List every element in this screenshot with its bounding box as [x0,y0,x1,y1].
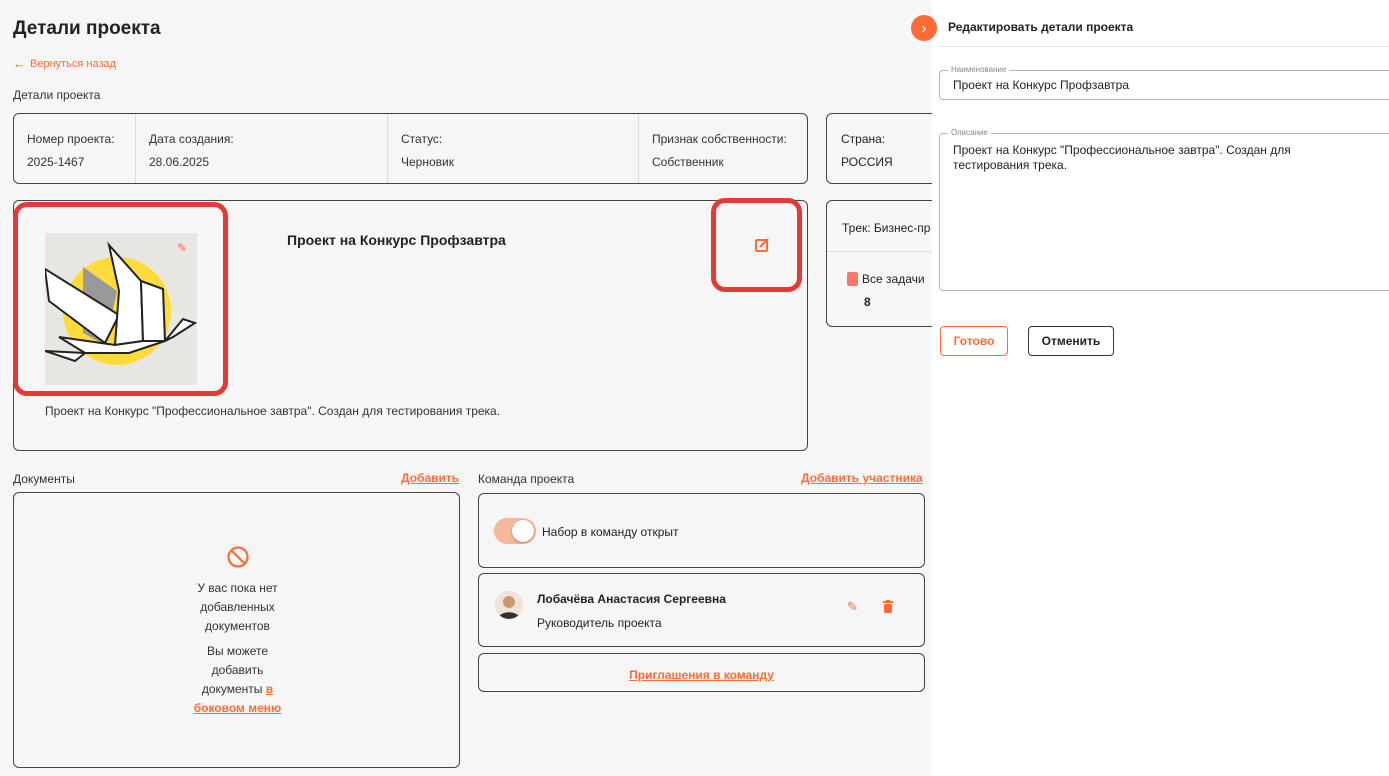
project-description: Проект на Конкурс "Профессиональное завт… [45,404,501,418]
panel-divider [940,46,1389,47]
country-card: Страна: РОССИЯ [826,113,946,184]
description-field-legend: Описание [948,128,991,137]
name-field-legend: Наименование [948,65,1010,74]
track-title: Трек: Бизнес-пр [842,221,931,235]
pencil-icon[interactable]: ✎ [847,599,858,615]
hint-text: Вы можете добавить документы в боковом м… [183,642,293,718]
info-value: Черновик [401,155,454,169]
recruiting-label: Набор в команду открыт [542,525,679,539]
info-label: Дата создания: [149,132,234,146]
info-cell-status: Статус: Черновик [388,114,639,183]
track-divider [827,251,947,252]
info-cell-date: Дата создания: 28.06.2025 [136,114,388,183]
avatar [495,591,523,619]
edit-side-panel: Редактировать детали проекта Наименовани… [932,0,1389,776]
info-label: Статус: [401,132,443,146]
description-field[interactable]: Описание Проект на Конкурс "Профессионал… [939,128,1389,291]
info-cell-number: Номер проекта: 2025-1467 [14,114,136,183]
back-link-label: Вернуться назад [30,57,117,70]
back-link[interactable]: ← Вернуться назад [13,56,116,71]
toggle-knob [512,520,534,542]
invites-card: Приглашения в команду [478,653,925,692]
project-name: Проект на Конкурс Профзавтра [287,232,506,248]
all-tasks-label: Все задачи [862,272,925,286]
done-button[interactable]: Готово [940,326,1008,356]
ban-icon [226,546,249,568]
highlight-edit-button [711,198,802,292]
highlight-image [13,202,228,396]
avatar-image [495,591,523,619]
name-field-value: Проект на Конкурс Профзавтра [953,78,1130,92]
tasks-icon [847,272,858,286]
country-label: Страна: [841,132,886,146]
team-label: Команда проекта [478,472,575,486]
info-value: 28.06.2025 [149,155,210,169]
tasks-count: 8 [864,295,871,309]
recruiting-toggle[interactable] [494,518,536,544]
info-label: Номер проекта: [27,132,115,146]
chevron-right-icon[interactable]: › [911,15,937,41]
track-card: Трек: Бизнес-пр Все задачи 8 [826,200,947,327]
trash-icon[interactable] [883,600,893,613]
all-tasks[interactable]: Все задачи [847,272,925,286]
panel-title: Редактировать детали проекта [948,20,1134,34]
member-role: Руководитель проекта [537,616,662,630]
info-value: Собственник [652,155,724,169]
add-document-link[interactable]: Добавить [401,471,459,485]
project-info-grid: Номер проекта: 2025-1467 Дата создания: … [13,113,808,184]
name-field[interactable]: Наименование Проект на Конкурс Профзавтр… [939,65,1389,100]
documents-empty-state: У вас пока нет добавленных документов Вы… [14,545,461,718]
arrow-left-icon: ← [13,56,26,71]
documents-box: У вас пока нет добавленных документов Вы… [13,492,460,768]
empty-text: У вас пока нет добавленных документов [197,581,278,633]
cancel-button[interactable]: Отменить [1028,326,1114,356]
info-label: Признак собственности: [652,132,787,146]
invites-link[interactable]: Приглашения в команду [629,668,774,682]
section-label: Детали проекта [13,88,101,102]
member-card: Лобачёва Анастасия Сергеевна Руководител… [478,573,925,647]
documents-label: Документы [13,472,75,486]
hint-text-label: Вы можете добавить документы [201,644,269,696]
info-value: 2025-1467 [27,155,85,169]
info-cell-ownership: Признак собственности: Собственник [639,114,807,183]
page-title: Детали проекта [13,18,161,39]
add-member-link[interactable]: Добавить участника [801,471,923,485]
member-name: Лобачёва Анастасия Сергеевна [537,592,726,606]
recruiting-card: Набор в команду открыт [478,493,925,568]
main-content: Детали проекта ← Вернуться назад Детали … [0,0,947,776]
description-field-value: Проект на Конкурс "Профессиональное завт… [953,143,1291,172]
country-value: РОССИЯ [841,155,893,169]
